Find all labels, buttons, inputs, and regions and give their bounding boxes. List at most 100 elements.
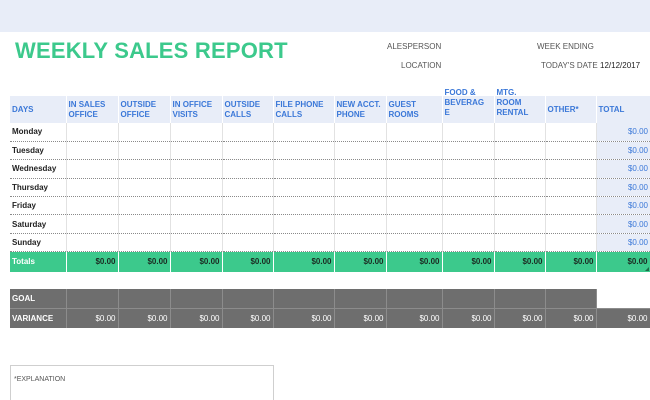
input-cell[interactable] bbox=[118, 159, 171, 179]
input-cell[interactable] bbox=[386, 123, 443, 142]
goal-cell[interactable] bbox=[545, 288, 597, 309]
input-cell[interactable] bbox=[273, 196, 335, 216]
input-cell[interactable] bbox=[170, 178, 223, 198]
input-cell[interactable] bbox=[334, 196, 387, 216]
input-cell[interactable] bbox=[442, 123, 495, 142]
goal-cell[interactable] bbox=[66, 288, 119, 309]
goal-cell[interactable] bbox=[386, 288, 443, 309]
sales-table: DAYS IN SALES OFFICE OUTSIDE OFFICE IN O… bbox=[10, 88, 650, 328]
input-cell[interactable] bbox=[222, 141, 274, 161]
header-in-sales-office: IN SALES OFFICE bbox=[66, 96, 119, 123]
input-cell[interactable] bbox=[494, 233, 546, 253]
input-cell[interactable] bbox=[222, 196, 274, 216]
header-other: OTHER* bbox=[545, 96, 597, 123]
input-cell[interactable] bbox=[494, 178, 546, 198]
input-cell[interactable] bbox=[222, 159, 274, 179]
input-cell[interactable] bbox=[494, 141, 546, 161]
input-cell[interactable] bbox=[66, 141, 119, 161]
input-cell[interactable] bbox=[118, 214, 171, 234]
input-cell[interactable] bbox=[222, 233, 274, 253]
header-food-beverage: FOOD & BEVERAG E bbox=[442, 88, 495, 123]
goal-cell[interactable] bbox=[442, 288, 495, 309]
input-cell[interactable] bbox=[386, 214, 443, 234]
input-cell[interactable] bbox=[545, 214, 597, 234]
input-cell[interactable] bbox=[442, 196, 495, 216]
input-cell[interactable] bbox=[66, 178, 119, 198]
input-cell[interactable] bbox=[170, 196, 223, 216]
input-cell[interactable] bbox=[494, 123, 546, 142]
input-cell[interactable] bbox=[222, 214, 274, 234]
input-cell[interactable] bbox=[545, 178, 597, 198]
input-cell[interactable] bbox=[334, 178, 387, 198]
input-cell[interactable] bbox=[118, 233, 171, 253]
input-cell[interactable] bbox=[494, 196, 546, 216]
day-label: Wednesday bbox=[10, 159, 67, 179]
input-cell[interactable] bbox=[273, 233, 335, 253]
input-cell[interactable] bbox=[334, 233, 387, 253]
totals-label: Totals bbox=[10, 251, 67, 272]
input-cell[interactable] bbox=[66, 233, 119, 253]
input-cell[interactable] bbox=[273, 141, 335, 161]
input-cell[interactable] bbox=[442, 141, 495, 161]
header-total: TOTAL bbox=[596, 96, 650, 123]
goal-label: GOAL bbox=[10, 288, 67, 309]
input-cell[interactable] bbox=[545, 196, 597, 216]
input-cell[interactable] bbox=[494, 159, 546, 179]
report-title: WEEKLY SALES REPORT bbox=[15, 38, 288, 63]
input-cell[interactable] bbox=[170, 141, 223, 161]
input-cell[interactable] bbox=[386, 159, 443, 179]
input-cell[interactable] bbox=[273, 123, 335, 142]
input-cell[interactable] bbox=[66, 159, 119, 179]
input-cell[interactable] bbox=[386, 178, 443, 198]
input-cell[interactable] bbox=[66, 214, 119, 234]
input-cell[interactable] bbox=[494, 214, 546, 234]
input-cell[interactable] bbox=[222, 123, 274, 142]
goal-cell[interactable] bbox=[222, 288, 274, 309]
input-cell[interactable] bbox=[334, 159, 387, 179]
input-cell[interactable] bbox=[442, 178, 495, 198]
input-cell[interactable] bbox=[545, 141, 597, 161]
input-cell[interactable] bbox=[273, 178, 335, 198]
totals-cell: $0.00 bbox=[118, 251, 171, 272]
variance-cell: $0.00 bbox=[386, 308, 443, 328]
goal-cell[interactable] bbox=[494, 288, 546, 309]
input-cell[interactable] bbox=[334, 123, 387, 142]
input-cell[interactable] bbox=[170, 159, 223, 179]
input-cell[interactable] bbox=[545, 123, 597, 142]
input-cell[interactable] bbox=[170, 233, 223, 253]
todays-date-label: TODAY'S DATE bbox=[541, 61, 598, 70]
input-cell[interactable] bbox=[66, 196, 119, 216]
input-cell[interactable] bbox=[334, 214, 387, 234]
goal-cell[interactable] bbox=[118, 288, 171, 309]
input-cell[interactable] bbox=[118, 141, 171, 161]
goal-cell[interactable] bbox=[273, 288, 335, 309]
input-cell[interactable] bbox=[66, 123, 119, 142]
input-cell[interactable] bbox=[442, 233, 495, 253]
explanation-box[interactable]: *EXPLANATION bbox=[10, 365, 274, 400]
input-cell[interactable] bbox=[170, 214, 223, 234]
input-cell[interactable] bbox=[442, 214, 495, 234]
totals-cell: $0.00 bbox=[66, 251, 119, 272]
input-cell[interactable] bbox=[386, 233, 443, 253]
input-cell[interactable] bbox=[545, 159, 597, 179]
goal-cell[interactable] bbox=[334, 288, 387, 309]
salesperson-label: ALESPERSON bbox=[387, 42, 442, 51]
variance-cell: $0.00 bbox=[494, 308, 546, 328]
input-cell[interactable] bbox=[273, 214, 335, 234]
input-cell[interactable] bbox=[273, 159, 335, 179]
todays-date-value[interactable]: 12/12/2017 bbox=[600, 61, 640, 70]
totals-row: Totals $0.00 $0.00 $0.00 $0.00 $0.00 $0.00 $0.… bbox=[10, 251, 650, 272]
input-cell[interactable] bbox=[118, 178, 171, 198]
input-cell[interactable] bbox=[118, 123, 171, 142]
input-cell[interactable] bbox=[118, 196, 171, 216]
input-cell[interactable] bbox=[222, 178, 274, 198]
input-cell[interactable] bbox=[334, 141, 387, 161]
input-cell[interactable] bbox=[442, 159, 495, 179]
input-cell[interactable] bbox=[170, 123, 223, 142]
explanation-label: *EXPLANATION bbox=[14, 376, 66, 383]
input-cell[interactable] bbox=[386, 196, 443, 216]
goal-cell[interactable] bbox=[170, 288, 223, 309]
day-total-cell: $0.00 bbox=[596, 233, 650, 253]
input-cell[interactable] bbox=[545, 233, 597, 253]
input-cell[interactable] bbox=[386, 141, 443, 161]
